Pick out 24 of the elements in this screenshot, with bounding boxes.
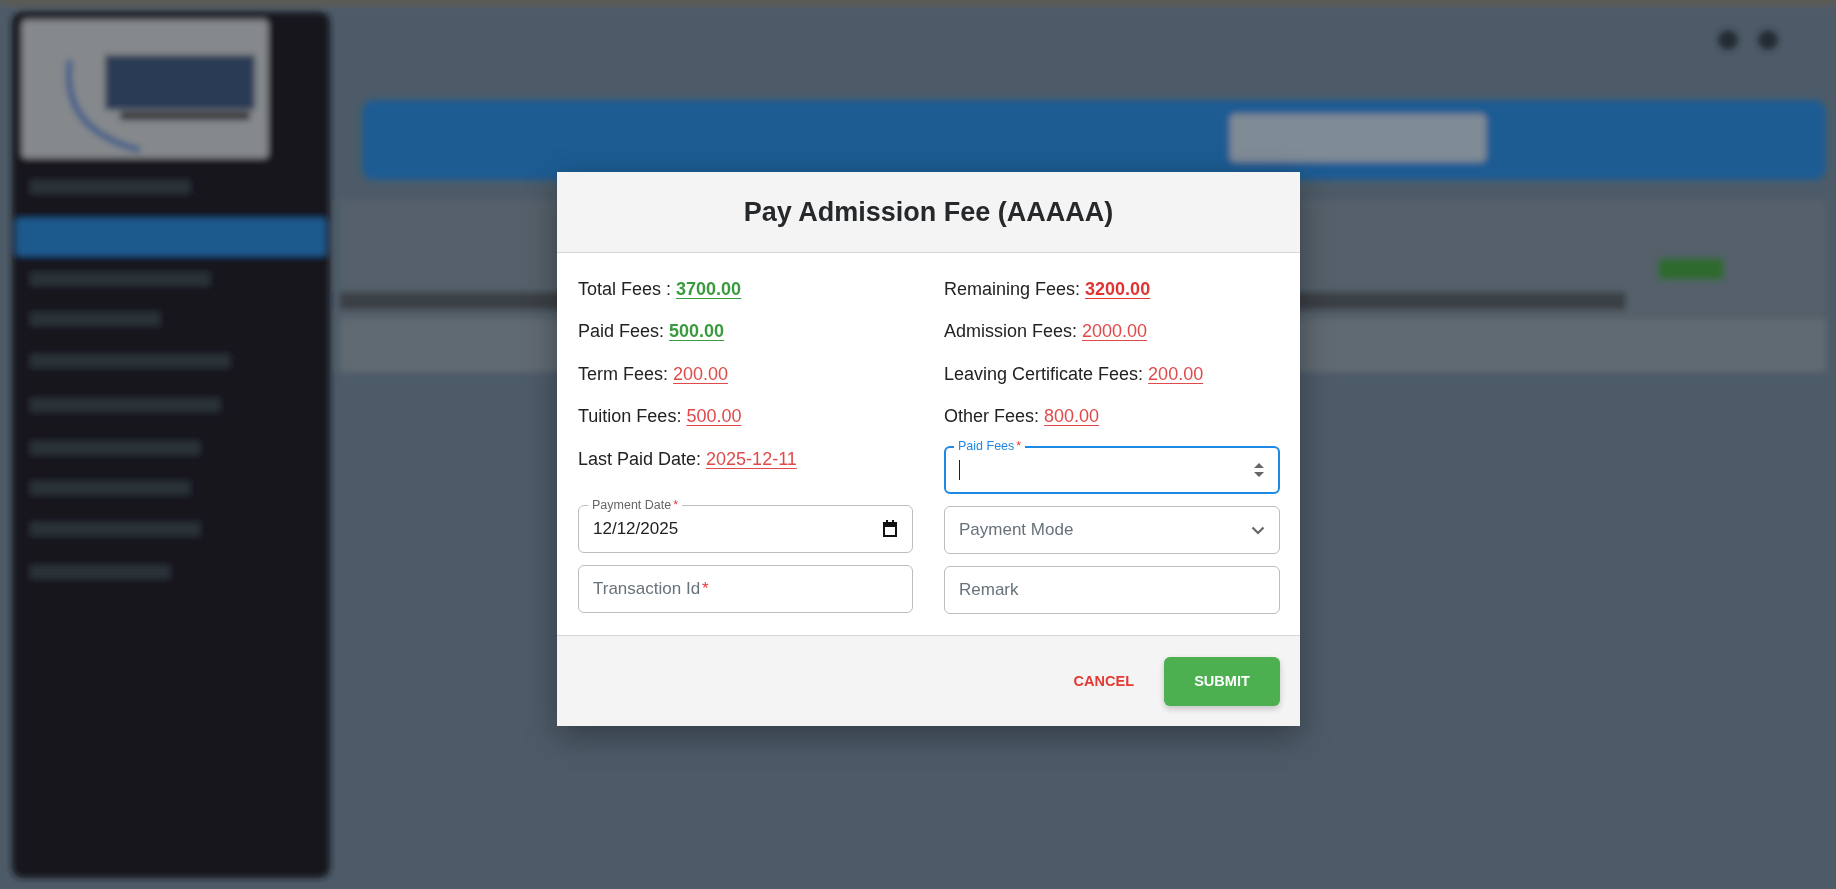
fee-label: Other Fees: xyxy=(944,406,1041,428)
spinner-icon[interactable] xyxy=(1253,460,1265,480)
fee-amount: 200.00 xyxy=(1148,363,1204,385)
fee-label: Term Fees: xyxy=(578,363,670,385)
chevron-down-icon[interactable] xyxy=(1251,525,1265,535)
calendar-icon[interactable] xyxy=(882,519,898,538)
fee-label: Tuition Fees: xyxy=(578,406,683,428)
fee-amount: 3700.00 xyxy=(676,278,742,300)
fee-label: Paid Fees: xyxy=(578,321,666,343)
fee-amount: 2000.00 xyxy=(1082,321,1148,343)
fee-label: Remaining Fees: xyxy=(944,278,1082,300)
fee-amount: 2025-12-11 xyxy=(706,448,797,470)
fee-label: Last Paid Date: xyxy=(578,448,703,470)
submit-button[interactable]: SUBMIT xyxy=(1164,656,1280,706)
fee-amount: 500.00 xyxy=(686,406,742,428)
fee-label: Admission Fees: xyxy=(944,321,1079,343)
fee-label: Leaving Certificate Fees: xyxy=(944,363,1145,385)
fee-amount: 500.00 xyxy=(669,321,725,343)
fee-amount: 800.00 xyxy=(1044,406,1100,428)
fee-label: Total Fees : xyxy=(578,278,673,300)
cancel-button[interactable]: CANCEL xyxy=(1073,665,1134,697)
fee-amount: 200.00 xyxy=(673,363,729,385)
dialog-title: Pay Admission Fee (AAAAA) xyxy=(743,196,1114,228)
fee-amount: 3200.00 xyxy=(1085,278,1151,300)
